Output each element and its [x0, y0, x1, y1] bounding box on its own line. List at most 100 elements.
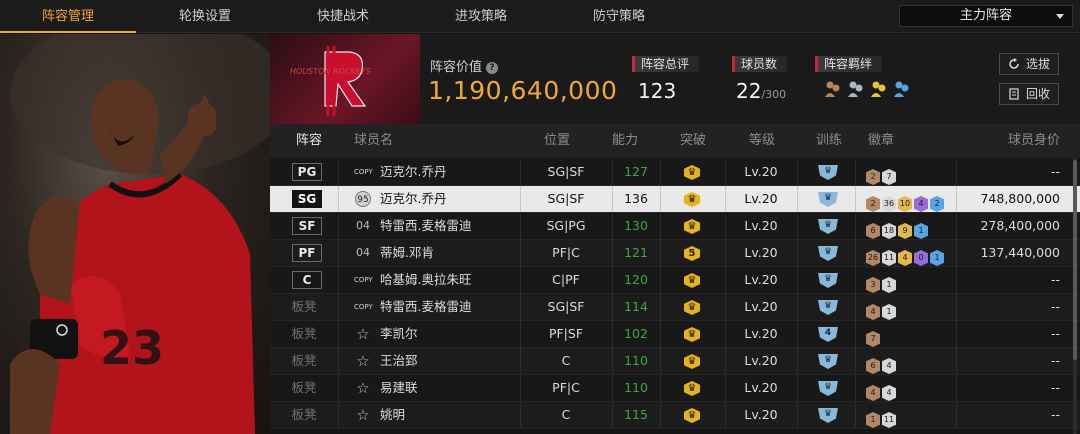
column-divider — [660, 186, 661, 212]
training-icon[interactable]: ♛ — [818, 165, 838, 180]
badge-bronze-icon: 1 — [866, 412, 880, 428]
breakthrough-icon[interactable]: ♛ — [684, 165, 700, 180]
badge-list[interactable]: 27 — [866, 164, 898, 185]
bench-slot-label: 板凳 — [291, 326, 317, 341]
breakthrough-icon[interactable]: ♛ — [684, 273, 700, 288]
col-training[interactable]: 训练 — [816, 124, 842, 158]
player-value: -- — [1050, 353, 1060, 368]
bond-gold-icon[interactable] — [869, 79, 889, 99]
tab-defense-strategy[interactable]: 防守策略 — [550, 0, 688, 33]
badge-bronze-icon: 7 — [866, 331, 880, 347]
tab-quick-tactics[interactable]: 快捷战术 — [274, 0, 412, 33]
bond-silver-icon[interactable] — [846, 79, 866, 99]
badge-list[interactable]: 1 11 — [866, 407, 898, 428]
top-nav: 阵容管理 轮换设置 快捷战术 进攻策略 防守策略 主力阵容 — [0, 0, 1080, 33]
star-card-icon: ☆ — [356, 325, 370, 343]
table-row[interactable]: PF 04 蒂姆.邓肯 PF|C 121 5 Lv.20 ♛ 26 11 4 0 1 137,440,00… — [270, 240, 1080, 267]
column-divider — [797, 294, 798, 320]
tab-lineup-management[interactable]: 阵容管理 — [0, 0, 136, 33]
select-button[interactable]: 选拔 — [999, 53, 1059, 75]
table-row[interactable]: SF 04 特雷西.麦格雷迪 SG|PG 130 ♛ Lv.20 ♛ 6 18 9 1 278,400,… — [270, 213, 1080, 240]
lineup-value: 1,190,640,000 — [428, 76, 618, 105]
column-divider — [338, 240, 339, 266]
bench-slot-label: 板凳 — [291, 380, 317, 395]
svg-text:23: 23 — [100, 321, 164, 375]
player-ability: 110 — [624, 380, 648, 395]
player-value: -- — [1050, 299, 1060, 314]
training-icon[interactable]: ♛ — [818, 192, 838, 207]
training-icon[interactable]: ♛ — [818, 408, 838, 423]
breakthrough-icon[interactable]: ♛ — [684, 381, 700, 396]
document-icon — [1009, 88, 1019, 100]
badge-list[interactable]: 31 — [866, 272, 898, 293]
player-level: Lv.20 — [744, 218, 778, 233]
players-max: /300 — [761, 88, 787, 101]
help-icon[interactable]: ? — [486, 62, 499, 74]
breakthrough-icon[interactable]: ♛ — [684, 192, 700, 207]
player-name: 迈克尔.乔丹 — [380, 191, 447, 206]
players-value: 22/300 — [736, 79, 786, 103]
breakthrough-icon[interactable]: 5 — [684, 246, 700, 261]
column-divider — [797, 321, 798, 347]
table-row[interactable]: 板凳 COPY 特雷西.麦格雷迪 SG|SF 114 ♛ Lv.20 ♛ 4 1 -- — [270, 294, 1080, 321]
col-player-value[interactable]: 球员身价 — [1008, 124, 1060, 158]
recycle-button-label: 回收 — [1026, 87, 1051, 101]
lineup-select-value: 主力阵容 — [959, 8, 1012, 23]
training-icon[interactable]: ♛ — [818, 246, 838, 261]
column-divider — [797, 240, 798, 266]
table-row[interactable]: 板凳 ☆ 易建联 PF|C 110 ♛ Lv.20 ♛ 4 4 -- — [270, 375, 1080, 402]
player-value: -- — [1050, 272, 1060, 287]
column-divider — [660, 402, 661, 428]
badge-list[interactable]: 7 — [866, 326, 882, 347]
col-player-name[interactable]: 球员名 — [354, 124, 393, 158]
training-icon[interactable]: ♛ — [818, 300, 838, 315]
column-divider — [338, 267, 339, 293]
breakthrough-icon[interactable]: ♛ — [684, 300, 700, 315]
training-icon[interactable]: ♛ — [818, 219, 838, 234]
player-position: SG|PG — [546, 218, 586, 233]
player-ability: 120 — [624, 272, 648, 287]
training-icon[interactable]: 4 — [818, 327, 838, 342]
lineup-select[interactable]: 主力阵容 — [899, 5, 1073, 27]
position-slot-badge: PF — [292, 244, 322, 262]
training-icon[interactable]: ♛ — [818, 354, 838, 369]
bond-bronze-icon[interactable] — [823, 79, 843, 99]
col-ability[interactable]: 能力 — [612, 124, 638, 158]
table-row[interactable]: C COPY 哈基姆.奥拉朱旺 C|PF 120 ♛ Lv.20 ♛ 3 1 -- — [270, 267, 1080, 294]
chevron-down-icon — [1056, 14, 1064, 19]
lineup-value-label: 阵容价值? — [430, 56, 499, 75]
tab-rotation-settings[interactable]: 轮换设置 — [136, 0, 274, 33]
training-icon[interactable]: ♛ — [818, 273, 838, 288]
table-row[interactable]: PG COPY 迈克尔.乔丹 SG|SF 127 ♛ Lv.20 ♛ 2 7 -- — [270, 159, 1080, 186]
players-label: 球员数 — [732, 56, 788, 72]
breakthrough-icon[interactable]: ♛ — [684, 354, 700, 369]
badge-list[interactable]: 44 — [866, 380, 898, 401]
col-badges[interactable]: 徽章 — [868, 124, 894, 158]
badge-bronze-icon: 3 — [866, 277, 880, 293]
bond-blue-icon[interactable] — [892, 79, 912, 99]
column-divider — [338, 402, 339, 428]
breakthrough-icon[interactable]: ♛ — [684, 408, 700, 423]
player-ability: 115 — [624, 407, 648, 422]
training-icon[interactable]: ♛ — [818, 381, 838, 396]
table-row[interactable]: SG 95 迈克尔.乔丹 SG|SF 136 ♛ Lv.20 ♛ 2 36 10 4 2 748,800,… — [270, 186, 1080, 213]
player-level: Lv.20 — [744, 191, 778, 206]
player-level: Lv.20 — [744, 164, 778, 179]
table-row[interactable]: 板凳 ☆ 李凯尔 PF|SF 102 ♛ Lv.20 4 7 -- — [270, 321, 1080, 348]
col-lineup[interactable]: 阵容 — [296, 124, 322, 158]
scrollbar-thumb[interactable] — [1073, 160, 1077, 360]
table-row[interactable]: 板凳 ☆ 姚明 C 115 ♛ Lv.20 ♛ 1 11 -- — [270, 402, 1080, 429]
badge-list[interactable]: 64 — [866, 353, 898, 374]
breakthrough-icon[interactable]: ♛ — [684, 219, 700, 234]
recycle-button[interactable]: 回收 — [999, 83, 1059, 105]
col-level[interactable]: 等级 — [749, 124, 775, 158]
breakthrough-icon[interactable]: ♛ — [684, 327, 700, 342]
tab-offense-strategy[interactable]: 进攻策略 — [412, 0, 550, 33]
col-breakthrough[interactable]: 突破 — [680, 124, 706, 158]
player-value: 278,400,000 — [980, 218, 1060, 233]
season-card-icon: 04 — [356, 246, 370, 259]
badge-bronze-icon: 6 — [866, 223, 880, 239]
badge-list[interactable]: 41 — [866, 299, 898, 320]
table-row[interactable]: 板凳 ☆ 王治郅 C 110 ♛ Lv.20 ♛ 6 4 -- — [270, 348, 1080, 375]
col-position[interactable]: 位置 — [544, 124, 570, 158]
